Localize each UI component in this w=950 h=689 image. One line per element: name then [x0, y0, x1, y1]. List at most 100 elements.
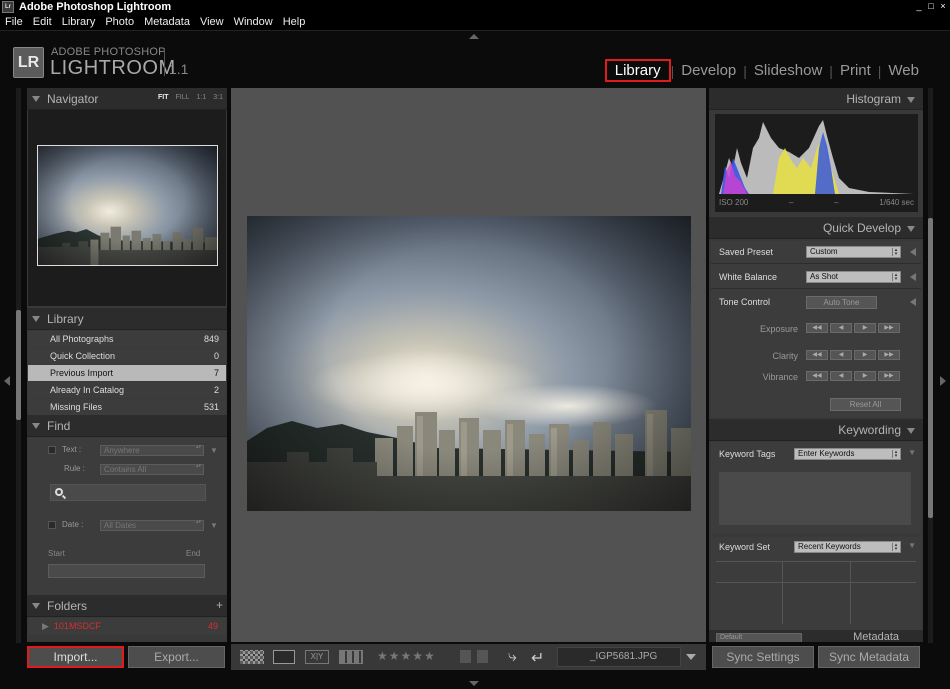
navigator-header[interactable]: Navigator FIT FILL 1:1 3:1 [27, 88, 227, 110]
module-print[interactable]: Print [833, 62, 878, 79]
zoom-3-1[interactable]: 3:1 [213, 94, 223, 101]
collapse-triangle-icon[interactable] [32, 95, 40, 102]
keyword-tags-menu-icon[interactable]: ▼ [908, 448, 916, 457]
collapse-triangle-icon[interactable] [32, 315, 40, 322]
vibrance-decrease-large-button[interactable]: ◀◀ [806, 371, 828, 381]
keywording-header[interactable]: Keywording [709, 419, 923, 441]
filename-field[interactable]: _IGP5681.JPG [557, 647, 681, 667]
disclosure-triangle-icon[interactable] [910, 273, 916, 281]
quick-develop-header[interactable]: Quick Develop [709, 217, 923, 239]
right-panel-scrollbar[interactable] [928, 88, 933, 643]
keyword-text-area[interactable] [719, 472, 911, 525]
menu-file[interactable]: File [0, 16, 28, 28]
auto-tone-button[interactable]: Auto Tone [806, 296, 877, 309]
vibrance-increase-large-button[interactable]: ▶▶ [878, 371, 900, 381]
find-date-checkbox[interactable] [48, 520, 56, 529]
date-range-slider[interactable] [48, 564, 205, 578]
find-search-input[interactable] [50, 484, 206, 501]
histogram-header[interactable]: Histogram [709, 88, 923, 110]
module-web[interactable]: Web [881, 62, 926, 79]
saved-preset-dropdown[interactable]: Custom ▴ ▾ [806, 246, 901, 258]
export-button[interactable]: Export... [128, 646, 225, 668]
exposure-decrease-large-button[interactable]: ◀◀ [806, 323, 828, 333]
main-photo[interactable] [247, 216, 691, 511]
folder-item-101msdcf[interactable]: ▶ 101MSDCF 49 [28, 618, 226, 634]
flag-pick-icon[interactable] [460, 650, 471, 663]
menu-view[interactable]: View [195, 16, 229, 28]
module-slideshow[interactable]: Slideshow [747, 62, 829, 79]
library-header[interactable]: Library [27, 308, 227, 330]
right-scrollbar-thumb[interactable] [928, 218, 933, 518]
sync-metadata-button[interactable]: Sync Metadata [818, 646, 920, 668]
exposure-increase-button[interactable]: ▶ [854, 323, 876, 333]
grid-view-icon[interactable] [240, 650, 264, 664]
restore-button[interactable]: □ [926, 1, 936, 12]
flag-reject-icon[interactable] [477, 650, 488, 663]
exposure-decrease-button[interactable]: ◀ [830, 323, 852, 333]
histogram-graph[interactable] [719, 118, 914, 194]
find-text-dropdown[interactable]: Anywhere [100, 445, 204, 456]
navigator-thumbnail[interactable] [37, 145, 218, 266]
folder-expand-icon[interactable]: ▶ [42, 621, 49, 631]
find-text-menu-icon[interactable]: ▼ [210, 446, 218, 455]
keyword-set-menu-icon[interactable]: ▼ [908, 541, 916, 550]
menu-photo[interactable]: Photo [100, 16, 139, 28]
keyword-tags-dropdown[interactable]: Enter Keywords ▴ ▾ [794, 448, 901, 460]
module-develop[interactable]: Develop [674, 62, 743, 79]
left-scrollbar-thumb[interactable] [16, 310, 21, 420]
keyword-set-dropdown[interactable]: Recent Keywords ▴ ▾ [794, 541, 901, 553]
library-item-already-in-catalog[interactable]: Already In Catalog 2 [28, 382, 226, 398]
clarity-increase-button[interactable]: ▶ [854, 350, 876, 360]
rotate-right-icon[interactable]: ↵ [531, 648, 544, 668]
find-date-dropdown[interactable]: All Dates [100, 520, 204, 531]
reset-all-button[interactable]: Reset All [830, 398, 901, 411]
close-button[interactable]: × [938, 1, 948, 12]
library-item-all-photographs[interactable]: All Photographs 849 [28, 331, 226, 347]
find-rule-dropdown[interactable]: Contains All [100, 464, 204, 475]
collapse-triangle-icon[interactable] [907, 428, 915, 434]
clarity-decrease-button[interactable]: ◀ [830, 350, 852, 360]
library-item-missing-files[interactable]: Missing Files 531 [28, 399, 226, 415]
clarity-increase-large-button[interactable]: ▶▶ [878, 350, 900, 360]
metadata-preset-dropdown[interactable]: Default [716, 633, 802, 642]
top-panel-toggle-icon[interactable] [469, 34, 479, 39]
add-folder-icon[interactable]: + [216, 598, 223, 612]
menu-help[interactable]: Help [278, 16, 311, 28]
find-header[interactable]: Find [27, 415, 227, 437]
library-item-quick-collection[interactable]: Quick Collection 0 [28, 348, 226, 364]
vibrance-decrease-button[interactable]: ◀ [830, 371, 852, 381]
menu-metadata[interactable]: Metadata [139, 16, 195, 28]
zoom-1-1[interactable]: 1:1 [197, 94, 207, 101]
sync-settings-button[interactable]: Sync Settings [712, 646, 814, 668]
find-date-menu-icon[interactable]: ▼ [210, 521, 218, 530]
disclosure-triangle-icon[interactable] [910, 298, 916, 306]
collapse-triangle-icon[interactable] [32, 422, 40, 429]
survey-view-icon[interactable] [339, 650, 363, 664]
metadata-header[interactable]: Default Metadata [709, 630, 923, 642]
minimize-button[interactable]: _ [914, 1, 924, 12]
find-text-checkbox[interactable] [48, 445, 56, 454]
menu-edit[interactable]: Edit [28, 16, 57, 28]
collapse-triangle-icon[interactable] [907, 97, 915, 103]
clarity-decrease-large-button[interactable]: ◀◀ [806, 350, 828, 360]
right-panel-toggle-icon[interactable] [940, 376, 946, 386]
loupe-view-icon[interactable] [273, 650, 295, 664]
disclosure-triangle-icon[interactable] [910, 248, 916, 256]
white-balance-dropdown[interactable]: As Shot ▴ ▾ [806, 271, 901, 283]
left-panel-toggle-icon[interactable] [4, 376, 10, 386]
vibrance-increase-button[interactable]: ▶ [854, 371, 876, 381]
zoom-fit[interactable]: FIT [158, 94, 169, 101]
menu-library[interactable]: Library [57, 16, 101, 28]
filmstrip-toggle-icon[interactable] [469, 681, 479, 686]
menu-window[interactable]: Window [229, 16, 278, 28]
keyword-set-grid[interactable] [716, 561, 916, 624]
collapse-triangle-icon[interactable] [907, 226, 915, 232]
chevron-down-icon[interactable] [686, 654, 696, 660]
collapse-triangle-icon[interactable] [32, 602, 40, 609]
zoom-fill[interactable]: FILL [176, 94, 190, 101]
library-item-previous-import[interactable]: Previous Import 7 [28, 365, 226, 381]
compare-view-icon[interactable]: X|Y [305, 650, 329, 664]
import-button[interactable]: Import... [27, 646, 124, 668]
left-panel-scrollbar[interactable] [16, 88, 21, 643]
rating-stars[interactable]: ★★★★★ [377, 649, 436, 663]
